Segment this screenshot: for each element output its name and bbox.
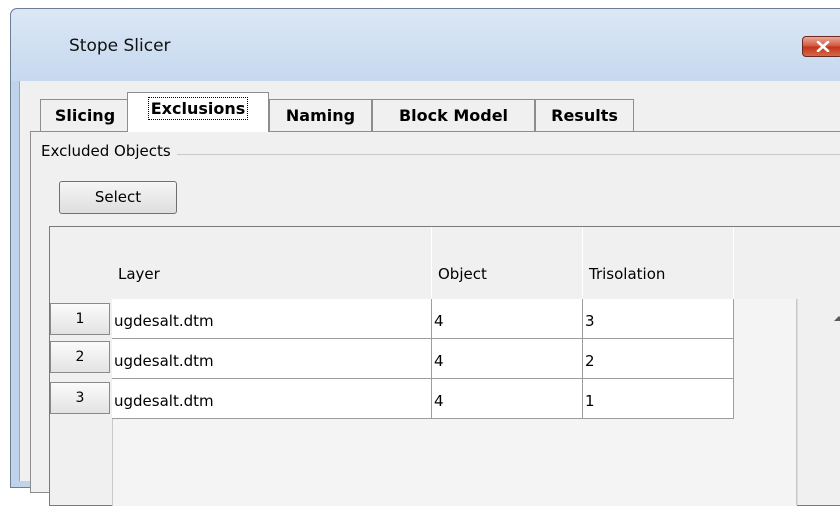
- cell-layer[interactable]: ugdesalt.dtm: [112, 379, 432, 419]
- cell-layer[interactable]: ugdesalt.dtm: [112, 299, 432, 339]
- table-corner: [50, 227, 112, 299]
- tab-label: Block Model: [398, 106, 509, 125]
- dialog-client-area: Slicing Exclusions Naming Block Model Re…: [19, 81, 840, 506]
- tab-label: Slicing: [54, 106, 116, 125]
- app-window: Stope Slicer Slicing Exclusions Naming B…: [10, 8, 840, 506]
- column-separator: [733, 227, 734, 299]
- tab-naming[interactable]: Naming: [269, 99, 372, 131]
- excluded-objects-label: Excluded Objects: [39, 142, 177, 160]
- cell-object[interactable]: 4: [432, 379, 583, 419]
- vertical-scrollbar[interactable]: [796, 299, 840, 505]
- tab-results[interactable]: Results: [535, 99, 634, 131]
- tab-label: Exclusions: [147, 97, 249, 120]
- column-header-trisolation[interactable]: Trisolation: [583, 227, 733, 299]
- tab-label: Naming: [285, 106, 356, 125]
- close-button[interactable]: [802, 36, 840, 57]
- column-header-object[interactable]: Object: [432, 227, 582, 299]
- cell-object[interactable]: 4: [432, 339, 583, 379]
- tab-block-model[interactable]: Block Model: [372, 99, 535, 131]
- row-header[interactable]: 2: [50, 341, 110, 373]
- window-title: Stope Slicer: [69, 36, 171, 56]
- tab-label: Results: [551, 106, 618, 125]
- scrollbar-track: [797, 299, 798, 505]
- exclusions-panel: Excluded Objects Select Layer Object Tri…: [30, 131, 840, 506]
- row-header[interactable]: 1: [50, 303, 110, 335]
- column-header-layer[interactable]: Layer: [112, 227, 432, 299]
- close-icon: [816, 41, 830, 52]
- cell-trisolation[interactable]: 1: [583, 379, 734, 419]
- tab-exclusions[interactable]: Exclusions: [127, 92, 269, 132]
- cell-trisolation[interactable]: 3: [583, 299, 734, 339]
- cell-trisolation[interactable]: 2: [583, 339, 734, 379]
- tab-slicing[interactable]: Slicing: [40, 99, 130, 131]
- excluded-objects-table: Layer Object Trisolation 1 ugdesalt.dtm …: [49, 226, 840, 506]
- cell-object[interactable]: 4: [432, 299, 583, 339]
- chevron-up-icon[interactable]: [833, 313, 840, 323]
- title-bar[interactable]: Stope Slicer: [11, 9, 840, 81]
- select-button[interactable]: Select: [59, 181, 177, 214]
- row-header[interactable]: 3: [50, 382, 110, 414]
- cell-layer[interactable]: ugdesalt.dtm: [112, 339, 432, 379]
